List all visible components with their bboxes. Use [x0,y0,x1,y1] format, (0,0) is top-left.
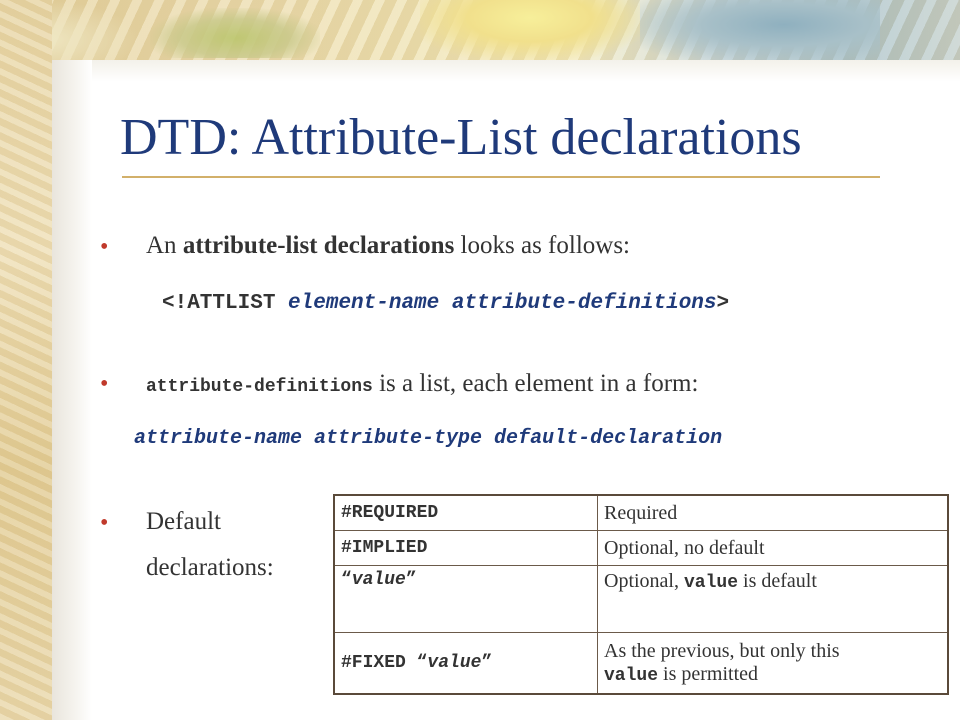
desc-code: value [684,573,739,593]
table-key-cell: #REQUIRED [333,494,598,531]
table-row: “value” Optional, value is default [333,565,949,633]
fixed-prefix: #FIXED “ [341,653,428,673]
bullet-dot: • [100,234,109,260]
table-desc-cell: Optional, no default [597,530,949,566]
bullet-3-line2: declarations: [146,554,274,581]
table-key-cell: #FIXED “value” [333,632,598,695]
desc-prefix: Optional, [604,570,684,592]
desc-line1: As the previous, but only this [604,640,840,662]
quote-close: ” [405,570,417,590]
quote-close: ” [481,653,493,673]
bullet-1-prefix: An [146,232,183,259]
bullet-3-line1: Default [146,508,221,535]
bullet-2-text: attribute-definitions is a list, each el… [146,370,698,398]
attlist-params: element-name attribute-definitions [288,292,717,315]
table-row: #IMPLIED Optional, no default [333,530,949,566]
left-shade [52,60,92,720]
desc-suffix: is default [738,570,817,592]
desc-suffix: is permitted [658,663,758,685]
quote-open: “ [341,570,352,590]
stone-decoration [640,0,880,62]
desc-code: value [604,666,659,686]
table-desc-cell: Optional, value is default [597,565,949,633]
key-value: value [351,570,406,590]
bullet-1-suffix: looks as follows: [454,232,630,259]
bullet-2-code: attribute-definitions [146,377,373,397]
bullet-dot: • [100,371,109,397]
default-declarations-table: #REQUIRED Required #IMPLIED Optional, no… [333,494,949,695]
bullet-1-bold: attribute-list declarations [182,232,455,259]
attlist-syntax: <!ATTLIST element-name attribute-definit… [162,292,729,315]
bullet-2-suffix: is a list, each element in a form: [372,370,699,397]
table-desc-cell: As the previous, but only this value is p… [597,632,949,695]
table-row: #REQUIRED Required [333,494,949,531]
bullet-dot: • [100,510,109,536]
leaf-decoration [150,8,320,58]
attlist-open: <!ATTLIST [162,292,289,315]
table-key-cell: #IMPLIED [333,530,598,566]
sun-decoration [420,0,640,60]
table-key-cell: “value” [333,565,598,633]
attribute-form: attribute-name attribute-type default-de… [134,427,723,450]
table-desc-cell: Required [597,494,949,531]
slide-title: DTD: Attribute-List declarations [120,109,802,166]
top-shade [52,60,960,82]
title-underline [122,176,880,178]
key-value: value [427,653,482,673]
left-texture-strip [0,0,52,720]
attlist-close: > [716,292,730,315]
table-row: #FIXED “value” As the previous, but only… [333,632,949,695]
bullet-1-text: An attribute-list declarations looks as … [146,232,630,260]
